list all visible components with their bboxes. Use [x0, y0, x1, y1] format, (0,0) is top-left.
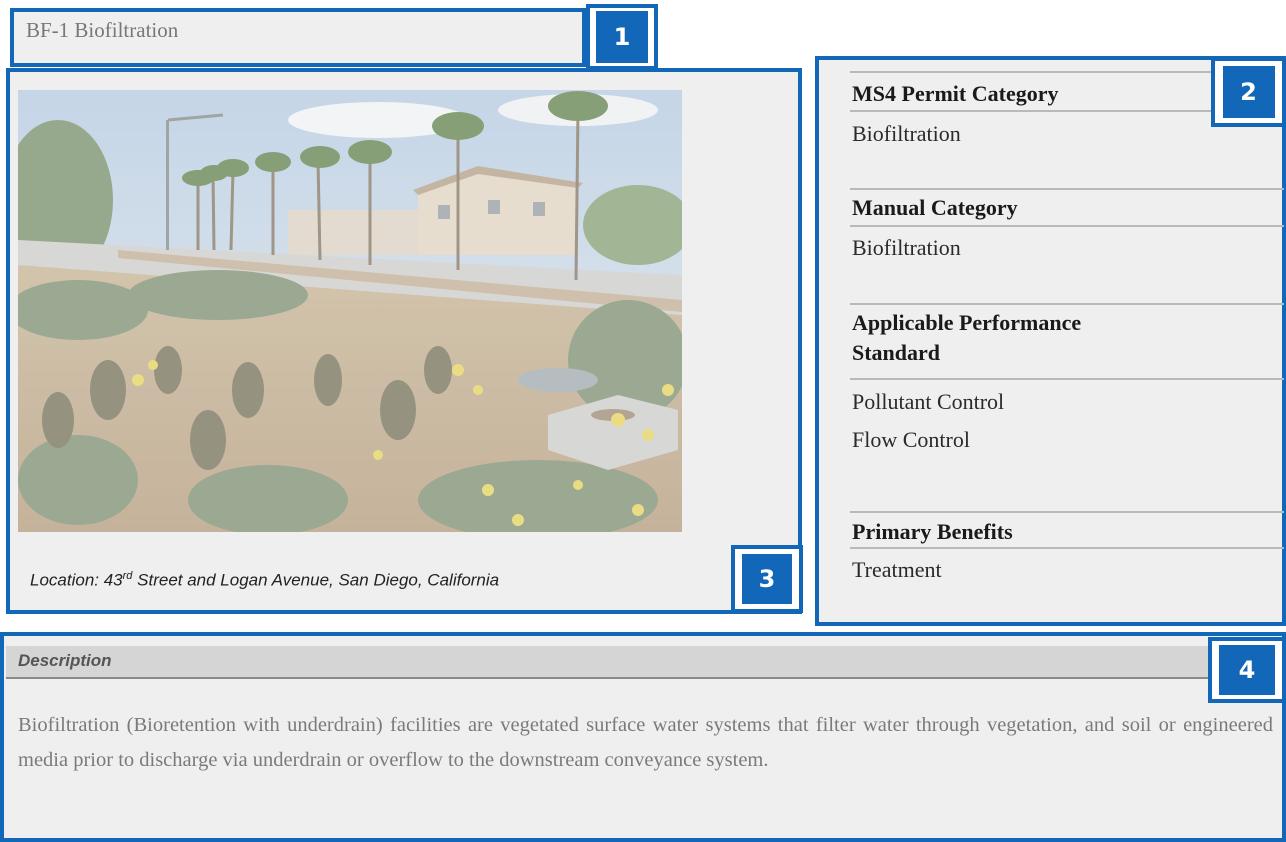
- site-photo: [18, 90, 682, 532]
- description-heading: Description: [18, 651, 112, 670]
- photo-caption: Location: 43rd Street and Logan Avenue, …: [30, 570, 500, 590]
- fact-sheet-title: BF-1 Biofiltration: [26, 18, 179, 42]
- divider: [850, 303, 1284, 305]
- divider: [850, 378, 1284, 380]
- divider: [850, 547, 1284, 549]
- callout-badge-3: 3: [731, 545, 803, 613]
- callout-badge-4: 4: [1208, 637, 1286, 703]
- callout-badge-2: 2: [1211, 57, 1286, 127]
- primary-benefits-value: Treatment: [852, 557, 942, 582]
- performance-standard-heading: Applicable Performance Standard: [852, 310, 1082, 365]
- divider: [850, 511, 1284, 513]
- performance-standard-value-flow: Flow Control: [852, 427, 970, 452]
- callout-badge-1: 1: [586, 4, 658, 70]
- ms4-permit-category-value: Biofiltration: [852, 121, 961, 146]
- divider: [850, 225, 1284, 227]
- description-header-bar: [6, 646, 1212, 679]
- divider: [850, 188, 1284, 190]
- manual-category-value: Biofiltration: [852, 235, 961, 260]
- ms4-permit-category-heading: MS4 Permit Category: [852, 81, 1059, 106]
- performance-standard-value-pollutant: Pollutant Control: [852, 389, 1005, 414]
- primary-benefits-heading: Primary Benefits: [852, 519, 1013, 544]
- description-body: Biofiltration (Bioretention with underdr…: [18, 714, 1273, 771]
- manual-category-heading: Manual Category: [852, 195, 1018, 220]
